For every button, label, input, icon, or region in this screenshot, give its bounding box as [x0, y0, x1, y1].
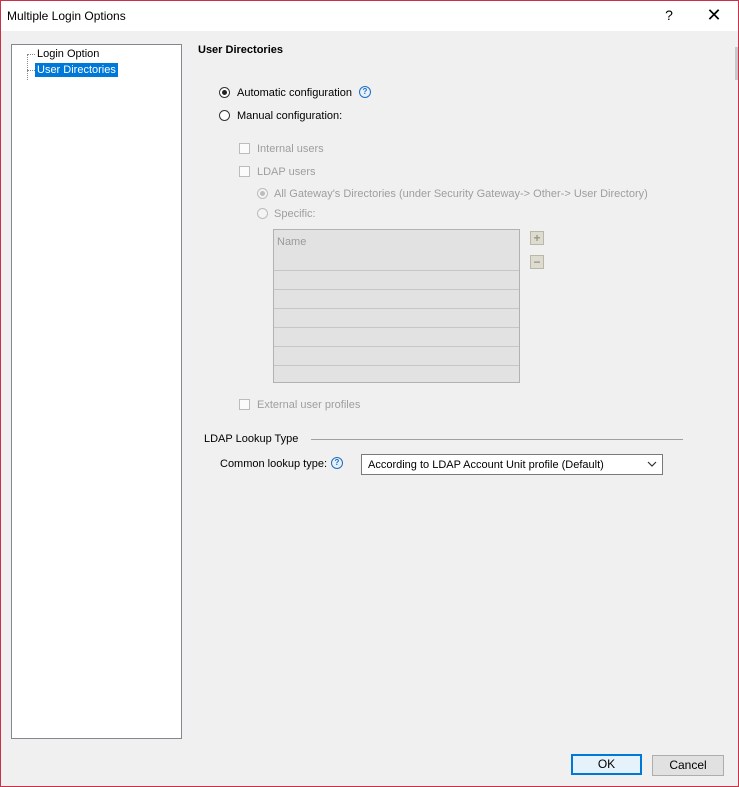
all-gateway-directories-label: All Gateway's Directories (under Securit… — [274, 188, 648, 200]
internal-users-checkbox[interactable] — [239, 143, 250, 154]
external-user-profiles-label: External user profiles — [257, 399, 361, 411]
tree-connector-line — [27, 70, 35, 71]
section-title: User Directories — [198, 44, 283, 56]
title-bar: Multiple Login Options ? ✕ — [1, 1, 738, 31]
external-user-profiles-checkbox[interactable] — [239, 399, 250, 410]
automatic-config-radio[interactable] — [219, 87, 230, 98]
all-gateway-directories-radio[interactable] — [257, 188, 268, 199]
column-header-name: Name — [277, 236, 307, 248]
specific-directories-radio[interactable] — [257, 208, 268, 219]
ldap-users-label: LDAP users — [257, 166, 316, 178]
common-lookup-label: Common lookup type: — [220, 458, 327, 470]
specific-directories-label: Specific: — [274, 208, 316, 220]
selected-lookup-value: According to LDAP Account Unit profile (… — [368, 459, 604, 471]
ldap-lookup-group-title: LDAP Lookup Type — [204, 433, 299, 445]
table-row[interactable] — [274, 270, 519, 288]
help-button[interactable]: ? — [661, 7, 677, 23]
table-row[interactable] — [274, 365, 519, 383]
table-row[interactable] — [274, 308, 519, 326]
options-tree: Login Option User Directories — [11, 44, 182, 739]
window-title: Multiple Login Options — [7, 9, 126, 23]
manual-config-radio[interactable] — [219, 110, 230, 121]
tree-connector-line — [27, 54, 35, 55]
group-divider — [311, 439, 683, 440]
internal-users-label: Internal users — [257, 143, 324, 155]
help-circle-icon[interactable]: ? — [359, 86, 371, 98]
automatic-config-label[interactable]: Automatic configuration — [237, 87, 352, 100]
multiple-login-options-dialog: Multiple Login Options ? ✕ Login Option … — [0, 0, 739, 787]
directories-table[interactable]: Name — [273, 229, 520, 383]
ok-button[interactable]: OK — [571, 754, 642, 775]
common-lookup-type-select[interactable]: According to LDAP Account Unit profile (… — [361, 454, 663, 475]
table-row[interactable] — [274, 346, 519, 364]
chevron-down-icon — [647, 461, 657, 467]
tree-connector-line — [27, 54, 28, 80]
remove-directory-button[interactable]: − — [530, 255, 544, 269]
help-circle-icon[interactable]: ? — [331, 457, 343, 469]
tree-item-user-directories[interactable]: User Directories — [35, 63, 118, 77]
table-header: Name — [274, 230, 519, 270]
cancel-button[interactable]: Cancel — [652, 755, 724, 776]
table-row[interactable] — [274, 289, 519, 307]
close-button[interactable]: ✕ — [703, 4, 725, 26]
table-row[interactable] — [274, 327, 519, 345]
ldap-users-checkbox[interactable] — [239, 166, 250, 177]
tree-item-login-option[interactable]: Login Option — [35, 47, 101, 61]
scrollbar-edge — [735, 47, 738, 80]
add-directory-button[interactable]: + — [530, 231, 544, 245]
manual-config-label[interactable]: Manual configuration: — [237, 110, 342, 123]
